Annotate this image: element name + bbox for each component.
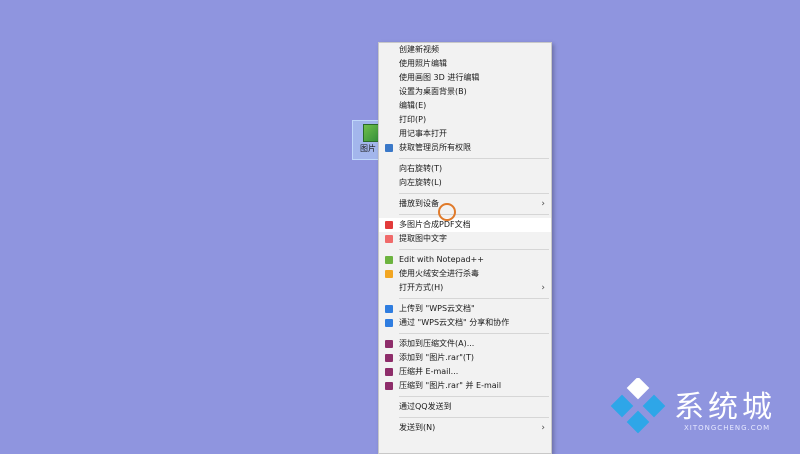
huorong-icon [385, 270, 393, 278]
menu-item-label: 压缩到 "图片.rar" 并 E-mail [399, 381, 502, 390]
menu-item[interactable]: 通过QQ发送到 [379, 400, 551, 414]
menu-item[interactable]: 编辑(E) [379, 99, 551, 113]
menu-item-label: 通过 "WPS云文档" 分享和协作 [399, 318, 510, 327]
winrar-icon [385, 354, 393, 362]
menu-item[interactable]: 设置为桌面背景(B) [379, 85, 551, 99]
menu-item-label: 压缩并 E-mail... [399, 367, 459, 376]
notepad-icon [385, 256, 393, 264]
menu-item[interactable]: 多图片合成PDF文档 [379, 218, 551, 232]
menu-item-label: 发送到(N) [399, 423, 436, 432]
menu-item-label: 通过QQ发送到 [399, 402, 452, 411]
desktop-icon-label: 图片 [360, 144, 376, 153]
pdf-icon [385, 221, 393, 229]
menu-separator [399, 298, 549, 299]
winrar-icon [385, 368, 393, 376]
menu-item-label: 提取图中文字 [399, 234, 447, 243]
menu-item[interactable]: Edit with Notepad++ [379, 253, 551, 267]
menu-item[interactable]: 发送到(N) › [379, 421, 551, 435]
menu-item[interactable]: 通过 "WPS云文档" 分享和协作 [379, 316, 551, 330]
menu-item-label: Edit with Notepad++ [399, 255, 484, 264]
menu-item-label: 播放到设备 [399, 199, 439, 208]
menu-item-label: 用记事本打开 [399, 129, 447, 138]
watermark-logo: 系统城 XITONGCHENG.COM [606, 376, 796, 438]
menu-separator [399, 249, 549, 250]
menu-item-label: 获取管理员所有权限 [399, 143, 471, 152]
menu-item-label: 使用火绒安全进行杀毒 [399, 269, 479, 278]
menu-item[interactable]: 使用画图 3D 进行编辑 [379, 71, 551, 85]
menu-item[interactable]: 添加到 "图片.rar"(T) [379, 351, 551, 365]
chevron-right-icon: › [541, 423, 545, 433]
menu-item[interactable]: 压缩到 "图片.rar" 并 E-mail [379, 379, 551, 393]
text-extract-icon [385, 235, 393, 243]
menu-item-label: 打开方式(H) [399, 283, 444, 292]
menu-item-label: 添加到 "图片.rar"(T) [399, 353, 475, 362]
menu-item[interactable]: 使用火绒安全进行杀毒 [379, 267, 551, 281]
menu-item-label: 编辑(E) [399, 101, 427, 110]
menu-item-label: 设置为桌面背景(B) [399, 87, 467, 96]
menu-item[interactable]: 播放到设备 › [379, 197, 551, 211]
menu-item-label: 上传到 "WPS云文档" [399, 304, 475, 313]
menu-item-label: 打印(P) [399, 115, 427, 124]
menu-item[interactable]: 上传到 "WPS云文档" [379, 302, 551, 316]
menu-item[interactable]: 获取管理员所有权限 [379, 141, 551, 155]
cloud-upload-icon [385, 305, 393, 313]
menu-item-label: 添加到压缩文件(A)... [399, 339, 475, 348]
watermark-subtitle: XITONGCHENG.COM [684, 424, 771, 432]
menu-item-label: 使用画图 3D 进行编辑 [399, 73, 480, 82]
menu-item-label: 向右旋转(T) [399, 164, 443, 173]
shield-icon [385, 144, 393, 152]
menu-item[interactable]: 用记事本打开 [379, 127, 551, 141]
menu-item-label: 创建新视频 [399, 45, 439, 54]
winrar-icon [385, 382, 393, 390]
watermark-title: 系统城 [674, 390, 776, 425]
context-menu: 创建新视频使用照片编辑使用画图 3D 进行编辑 设置为桌面背景(B) 编辑(E) 打印… [378, 42, 552, 454]
menu-item[interactable]: 向右旋转(T) [379, 162, 551, 176]
menu-separator [399, 158, 549, 159]
menu-item[interactable]: 向左旋转(L) [379, 176, 551, 190]
menu-separator [399, 396, 549, 397]
menu-item-label: 多图片合成PDF文档 [399, 220, 471, 229]
cursor-ring-icon [438, 203, 456, 221]
logo-diamond-icon [610, 376, 666, 434]
menu-item[interactable]: 添加到压缩文件(A)... [379, 337, 551, 351]
menu-separator [399, 417, 549, 418]
menu-item[interactable]: 创建新视频 [379, 43, 551, 57]
menu-item-label: 向左旋转(L) [399, 178, 442, 187]
menu-separator [399, 193, 549, 194]
menu-item[interactable]: 使用照片编辑 [379, 57, 551, 71]
menu-item[interactable]: 打开方式(H) › [379, 281, 551, 295]
menu-item-label: 使用照片编辑 [399, 59, 447, 68]
share-icon [385, 319, 393, 327]
menu-item[interactable]: 打印(P) [379, 113, 551, 127]
menu-separator [399, 214, 549, 215]
chevron-right-icon: › [541, 283, 545, 293]
chevron-right-icon: › [541, 199, 545, 209]
menu-item[interactable]: 提取图中文字 [379, 232, 551, 246]
menu-separator [399, 333, 549, 334]
winrar-icon [385, 340, 393, 348]
menu-item[interactable]: 压缩并 E-mail... [379, 365, 551, 379]
